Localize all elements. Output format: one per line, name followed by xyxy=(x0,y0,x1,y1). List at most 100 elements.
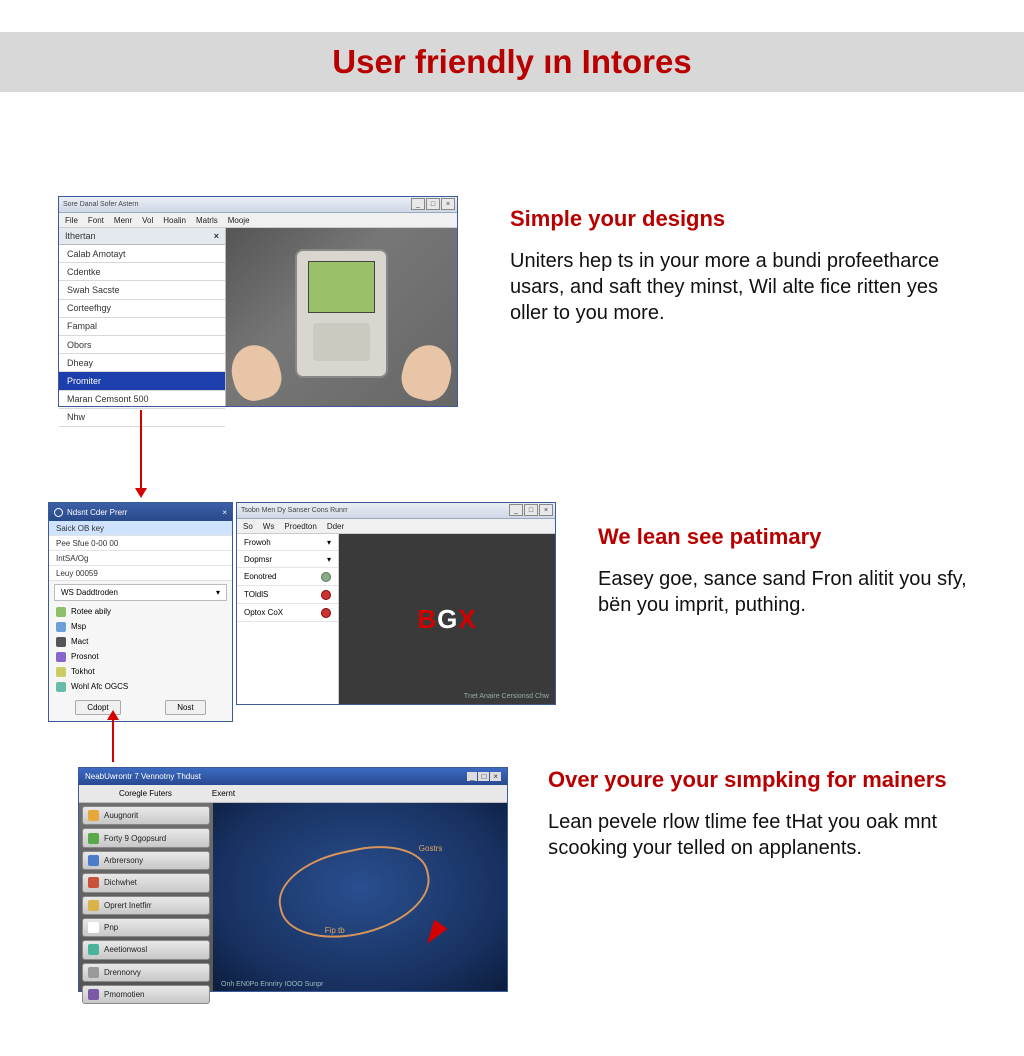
section-heading: Simple your designs xyxy=(510,206,980,232)
sidebar-item[interactable]: Fampal xyxy=(59,318,225,336)
nav-item[interactable]: Dichwhet xyxy=(82,873,210,892)
nav-panel: Auugnorit Forty 9 Ogopsurd Arbrersony Dichw… xyxy=(79,803,213,991)
tab[interactable]: Coregle Futers xyxy=(119,789,172,798)
item-label: Msp xyxy=(71,622,86,631)
section-body: Uniters hep ts in your more a bundi prof… xyxy=(510,248,980,326)
nav-item[interactable]: Drennorvy xyxy=(82,963,210,982)
sidebar-item[interactable]: Nhw xyxy=(59,409,225,427)
nav-item[interactable]: Aeetionwosl xyxy=(82,940,210,959)
menu-item[interactable]: Mooje xyxy=(228,216,250,225)
toggle-row[interactable]: Optox CoX xyxy=(237,604,338,622)
window-controls: _□× xyxy=(509,504,553,516)
tab-bar: Coregle Futers Exernt xyxy=(79,785,507,803)
maximize-icon[interactable]: □ xyxy=(426,198,440,210)
map-caption: Onh EN0Po Ennriry IOOO Sunpr xyxy=(221,981,323,988)
item-icon xyxy=(56,622,66,632)
flow-arrow-up-icon xyxy=(112,718,114,762)
sidebar-header: Ithertan× xyxy=(59,228,225,245)
menu-item[interactable]: Font xyxy=(88,216,104,225)
icon-list-item[interactable]: Msp xyxy=(49,619,232,634)
sidebar: Ithertan× Calab Amotayt Cdentke Swah Sac… xyxy=(59,228,226,406)
sidebar-item[interactable]: Obors xyxy=(59,336,225,354)
minimize-icon[interactable]: _ xyxy=(411,198,425,210)
section-heading: We lean see patimary xyxy=(598,524,998,550)
menu-item[interactable]: Hoalin xyxy=(163,216,186,225)
menu-item[interactable]: File xyxy=(65,216,78,225)
menu-item[interactable]: So xyxy=(243,522,253,531)
sidebar-item[interactable]: Dheay xyxy=(59,354,225,372)
section1-text: Simple your designs Uniters hep ts in yo… xyxy=(510,206,980,326)
window-titlebar: Tsobn Men Dy Sanser Cons Runrr _□× xyxy=(237,503,555,519)
map-canvas: Gostrs Fip tb Onh EN0Po Ennriry IOOO Sun… xyxy=(213,803,507,991)
window-titlebar: Sore Danal Sofer Astern _ □ × xyxy=(59,197,457,213)
window-title: Ndsnt Cder Prerr xyxy=(67,508,127,517)
close-icon[interactable]: × xyxy=(441,198,455,210)
menu-item[interactable]: Vol xyxy=(142,216,153,225)
menu-item[interactable]: Menr xyxy=(114,216,132,225)
device-photo xyxy=(226,228,457,406)
nav-label: Forty 9 Ogopsurd xyxy=(104,834,166,843)
list-item[interactable]: Leuy 00059 xyxy=(49,566,232,581)
next-button[interactable]: Nost xyxy=(165,700,205,715)
nav-item[interactable]: Pmomotien xyxy=(82,985,210,1004)
toggle-row[interactable]: Eonotred xyxy=(237,568,338,586)
maximize-icon[interactable]: □ xyxy=(478,772,489,781)
toggle-row[interactable]: TOldlS xyxy=(237,586,338,604)
nav-item[interactable]: Auugnorit xyxy=(82,806,210,825)
close-icon[interactable]: × xyxy=(490,772,501,781)
hand-icon xyxy=(226,340,287,406)
menu-item[interactable]: Proedton xyxy=(284,522,316,531)
menu-item[interactable]: Ws xyxy=(263,522,275,531)
icon-list-item[interactable]: Prosnot xyxy=(49,649,232,664)
icon-list-item[interactable]: Mact xyxy=(49,634,232,649)
dropdown[interactable]: WS Daddtroden▾ xyxy=(54,584,227,601)
chevron-down-icon: ▾ xyxy=(327,555,331,564)
window-title: Sore Danal Sofer Astern xyxy=(63,201,139,208)
section2-text: We lean see patimary Easey goe, sance sa… xyxy=(598,524,998,618)
status-dot-icon xyxy=(321,608,331,618)
menu-item[interactable]: Dder xyxy=(327,522,344,531)
preview-area: BGX Tnet Anaire Cersionsd Chw xyxy=(339,534,555,704)
nav-item[interactable]: Forty 9 Ogopsurd xyxy=(82,828,210,847)
hand-icon xyxy=(397,340,458,406)
dialog-footer: Cdopt Nost xyxy=(49,694,232,721)
nav-icon xyxy=(88,989,99,1000)
item-label: Wohl Afc OGCS xyxy=(71,682,128,691)
close-icon[interactable]: × xyxy=(539,504,553,516)
item-icon xyxy=(56,682,66,692)
toggle-row[interactable]: Frowoh▾ xyxy=(237,534,338,551)
nav-item[interactable]: Arbrersony xyxy=(82,851,210,870)
sidebar-item[interactable]: Calab Amotayt xyxy=(59,245,225,263)
tab[interactable]: Exernt xyxy=(212,789,235,798)
nav-icon xyxy=(88,944,99,955)
nav-item[interactable]: Pnp xyxy=(82,918,210,937)
section-body: Lean pevele rlow tlime fee tHat you oak … xyxy=(548,809,1008,861)
icon-list-item[interactable]: Wohl Afc OGCS xyxy=(49,679,232,694)
list-item[interactable]: Pee Sfue 0-00 00 xyxy=(49,536,232,551)
minimize-icon[interactable]: _ xyxy=(467,772,477,781)
menu-item[interactable]: Matrls xyxy=(196,216,218,225)
nav-icon xyxy=(88,967,99,978)
item-icon xyxy=(56,652,66,662)
nav-icon xyxy=(88,877,99,888)
sidebar-item[interactable]: Cdentke xyxy=(59,263,225,281)
nav-label: Auugnorit xyxy=(104,811,138,820)
sidebar-item[interactable]: Corteefhgy xyxy=(59,300,225,318)
close-icon[interactable]: × xyxy=(222,508,227,517)
sidebar-item-selected[interactable]: Promiter xyxy=(59,372,225,390)
nav-item[interactable]: Oprert Inetfirr xyxy=(82,896,210,915)
menu-bar: So Ws Proedton Dder xyxy=(237,519,555,534)
minimize-icon[interactable]: _ xyxy=(509,504,523,516)
close-panel-icon[interactable]: × xyxy=(214,231,219,241)
toggle-row[interactable]: Dopmsr▾ xyxy=(237,551,338,568)
list-item-selected[interactable]: Saick OB key xyxy=(49,521,232,536)
sidebar-item[interactable]: Swah Sacste xyxy=(59,281,225,299)
nav-label: Pnp xyxy=(104,923,118,932)
nav-icon xyxy=(88,855,99,866)
sidebar-item[interactable]: Maran Cemsont 500 xyxy=(59,391,225,409)
icon-list-item[interactable]: Rotee abily xyxy=(49,604,232,619)
maximize-icon[interactable]: □ xyxy=(524,504,538,516)
list-item[interactable]: IntSA/Og xyxy=(49,551,232,566)
icon-list-item[interactable]: Tokhot xyxy=(49,664,232,679)
logo: BGX xyxy=(417,604,476,635)
